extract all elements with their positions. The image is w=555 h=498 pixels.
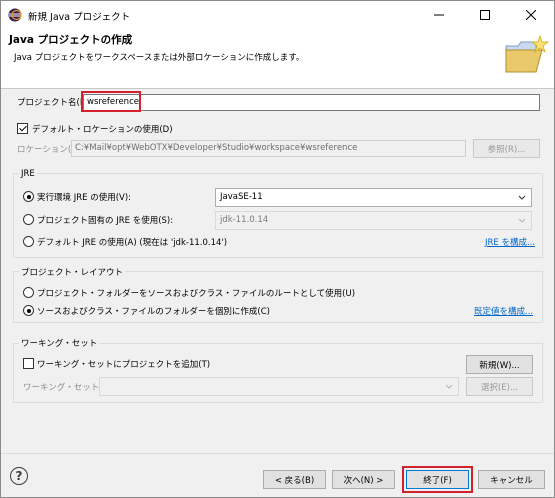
finish-highlight bbox=[402, 466, 473, 493]
minimize-icon bbox=[434, 14, 444, 16]
new-working-set-button[interactable]: 新規(W)... bbox=[466, 355, 533, 374]
jre-project-specific-label: プロジェクト固有の JRE を使用(S): bbox=[37, 216, 174, 226]
jre-default-radio[interactable] bbox=[23, 236, 34, 247]
layout-project-folder-label: プロジェクト・フォルダーをソースおよびクラス・ファイルのルートとして使用(U) bbox=[37, 289, 356, 299]
next-button[interactable]: 次へ(N) > bbox=[332, 470, 395, 489]
location-input[interactable]: C:¥Mail¥opt¥WebOTX¥Developer¥Studio¥work… bbox=[71, 140, 466, 157]
new-project-folder-icon bbox=[505, 34, 549, 73]
select-working-sets-button[interactable]: 選択(E)... bbox=[466, 377, 533, 396]
add-to-working-sets-checkbox[interactable] bbox=[23, 358, 34, 369]
back-button[interactable]: < 戻る(B) bbox=[263, 470, 326, 489]
layout-project-folder-radio[interactable] bbox=[23, 287, 34, 298]
new-java-project-dialog: 新規 Java プロジェクト Java プロジェクトの作成 Java プロジェク… bbox=[0, 0, 555, 498]
eclipse-app-icon bbox=[8, 8, 22, 22]
help-icon[interactable]: ? bbox=[10, 467, 28, 485]
footer-separator bbox=[1, 453, 554, 454]
jre-execution-env-radio[interactable] bbox=[23, 191, 34, 202]
project-jre-combo[interactable]: jdk-11.0.14 bbox=[215, 211, 532, 230]
wizard-header: Java プロジェクトの作成 Java プロジェクトをワークスペースまたは外部ロ… bbox=[1, 29, 554, 89]
configure-jre-link[interactable]: JRE を構成... bbox=[485, 236, 535, 248]
execution-env-value: JavaSE-11 bbox=[220, 192, 263, 202]
minimize-button[interactable] bbox=[416, 1, 462, 29]
page-title: Java プロジェクトの作成 bbox=[9, 34, 133, 46]
project-jre-value: jdk-11.0.14 bbox=[220, 215, 269, 225]
jre-project-specific-radio[interactable] bbox=[23, 214, 34, 225]
cancel-button[interactable]: キャンセル bbox=[478, 470, 545, 489]
project-name-label: プロジェクト名(P): bbox=[17, 98, 92, 108]
layout-separate-folders-label: ソースおよびクラス・ファイルのフォルダーを個別に作成(C) bbox=[37, 307, 270, 317]
project-name-highlight bbox=[81, 91, 141, 112]
jre-group-title: JRE bbox=[19, 169, 37, 179]
use-default-location-checkbox[interactable] bbox=[17, 123, 28, 134]
project-name-input[interactable]: wsreference bbox=[83, 94, 540, 111]
project-layout-group-title: プロジェクト・レイアウト bbox=[19, 266, 126, 278]
use-default-location-label: デフォルト・ロケーションの使用(D) bbox=[32, 125, 173, 135]
layout-separate-folders-radio[interactable] bbox=[23, 305, 34, 316]
browse-button[interactable]: 参照(R)... bbox=[473, 139, 540, 158]
execution-env-combo[interactable]: JavaSE-11 bbox=[215, 188, 532, 207]
chevron-down-icon bbox=[445, 384, 453, 389]
working-sets-combo[interactable] bbox=[99, 377, 459, 396]
page-description: Java プロジェクトをワークスペースまたは外部ロケーションに作成します。 bbox=[14, 53, 305, 63]
close-button[interactable] bbox=[508, 1, 554, 29]
title-bar: 新規 Java プロジェクト bbox=[1, 1, 554, 29]
jre-default-label: デフォルト JRE の使用(A) (現在は 'jdk-11.0.14') bbox=[37, 238, 228, 248]
maximize-icon bbox=[480, 10, 490, 20]
maximize-button[interactable] bbox=[462, 1, 508, 29]
jre-execution-env-label: 実行環境 JRE の使用(V): bbox=[37, 193, 131, 203]
close-icon bbox=[526, 10, 536, 20]
add-to-working-sets-label: ワーキング・セットにプロジェクトを追加(T) bbox=[37, 360, 211, 370]
chevron-down-icon bbox=[518, 195, 526, 200]
window-title: 新規 Java プロジェクト bbox=[28, 12, 131, 23]
chevron-down-icon bbox=[518, 218, 526, 223]
working-sets-group-title: ワーキング・セット bbox=[19, 337, 100, 349]
configure-defaults-link[interactable]: 既定値を構成... bbox=[474, 305, 533, 317]
